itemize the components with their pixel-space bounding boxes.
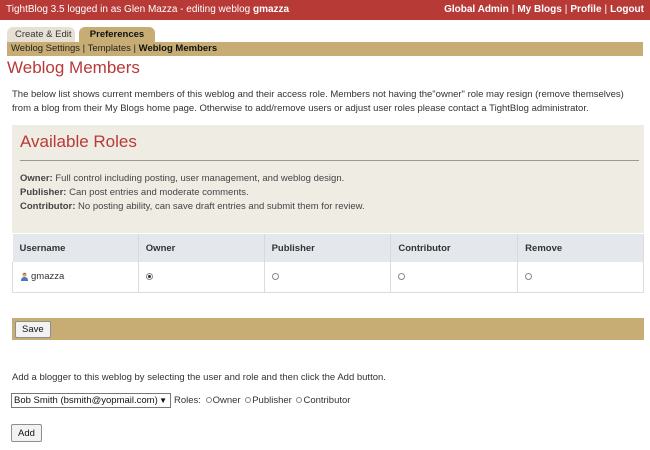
column-header-remove: Remove [517, 234, 644, 262]
publisher-radio[interactable] [271, 273, 279, 281]
add-button[interactable]: Add [11, 424, 42, 442]
column-header-owner: Owner [138, 234, 265, 262]
subnav-separator: | [133, 43, 137, 54]
user-select[interactable]: Bob Smith (bsmith@yopmail.com) ▼ [11, 393, 171, 408]
contributor-radio[interactable] [398, 273, 406, 281]
column-header-contributor: Contributor [390, 234, 519, 262]
remove-cell [517, 262, 644, 293]
role-contributor-description: Contributor: No posting ability, can sav… [20, 200, 365, 213]
role-name: Publisher: [20, 187, 67, 198]
top-bar: TightBlog 3.5 logged in as Glen Mazza - … [0, 0, 650, 20]
tab-preferences[interactable]: Preferences [79, 27, 155, 42]
login-status: TightBlog 3.5 logged in as Glen Mazza - … [6, 0, 289, 20]
username: gmazza [31, 271, 65, 283]
add-role-owner-label[interactable]: Owner [213, 395, 241, 406]
role-desc: No posting ability, can save draft entri… [78, 201, 365, 212]
add-role-contributor-radio[interactable] [296, 397, 303, 404]
dropdown-arrow-icon: ▼ [159, 396, 167, 405]
current-weblog-name: gmazza [253, 4, 290, 15]
subnav-weblog-settings[interactable]: Weblog Settings [11, 43, 80, 54]
remove-radio[interactable] [525, 273, 533, 281]
tab-create-edit[interactable]: Create & Edit [7, 27, 75, 42]
add-role-owner-radio[interactable] [205, 397, 212, 404]
available-roles-panel: Available Roles Owner: Full control incl… [12, 125, 644, 233]
user-select-value: Bob Smith (bsmith@yopmail.com) [14, 395, 158, 406]
owner-radio[interactable] [145, 273, 153, 281]
global-admin-link[interactable]: Global Admin [444, 4, 509, 15]
login-status-text: TightBlog 3.5 logged in as Glen Mazza - … [6, 4, 251, 15]
roles-heading: Available Roles [20, 132, 137, 151]
table-header-row: Username Owner Publisher Contributor Rem… [12, 234, 644, 262]
top-nav-separator: | [511, 4, 515, 15]
role-desc: Can post entries and moderate comments. [69, 187, 249, 198]
profile-link[interactable]: Profile [570, 4, 601, 15]
role-publisher-description: Publisher: Can post entries and moderate… [20, 186, 249, 199]
save-button[interactable]: Save [15, 321, 51, 338]
logout-link[interactable]: Logout [610, 4, 644, 15]
subnav-weblog-members[interactable]: Weblog Members [139, 43, 217, 54]
contributor-cell [390, 262, 519, 293]
publisher-cell [264, 262, 392, 293]
my-blogs-link[interactable]: My Blogs [517, 4, 561, 15]
roles-divider [20, 160, 639, 161]
add-role-publisher-label[interactable]: Publisher [252, 395, 292, 406]
table-row: gmazza [12, 262, 644, 293]
add-instructions: Add a blogger to this weblog by selectin… [12, 372, 386, 383]
top-nav-separator: | [604, 4, 608, 15]
save-bar: Save [12, 318, 644, 340]
subnav-templates[interactable]: Templates [88, 43, 131, 54]
role-desc: Full control including posting, user man… [55, 173, 345, 184]
add-role-contributor-label[interactable]: Contributor [303, 395, 350, 406]
add-role-options: Roles: Owner Publisher Contributor [174, 395, 350, 407]
subnav-separator: | [82, 43, 86, 54]
role-name: Owner: [20, 173, 53, 184]
username-cell: gmazza [12, 262, 139, 293]
sub-navigation: Weblog Settings | Templates | Weblog Mem… [7, 42, 643, 56]
column-header-username: Username [12, 234, 139, 262]
add-role-publisher-radio[interactable] [245, 397, 252, 404]
members-table: Username Owner Publisher Contributor Rem… [12, 234, 644, 293]
top-nav: Global Admin | My Blogs | Profile | Logout [444, 0, 644, 20]
top-nav-separator: | [564, 4, 568, 15]
roles-label: Roles: [174, 395, 201, 406]
owner-cell [138, 262, 265, 293]
intro-text: The below list shows current members of … [12, 89, 624, 114]
role-name: Contributor: [20, 201, 76, 212]
role-owner-description: Owner: Full control including posting, u… [20, 172, 344, 185]
page-title: Weblog Members [7, 58, 140, 77]
user-icon [20, 272, 29, 282]
column-header-publisher: Publisher [264, 234, 392, 262]
